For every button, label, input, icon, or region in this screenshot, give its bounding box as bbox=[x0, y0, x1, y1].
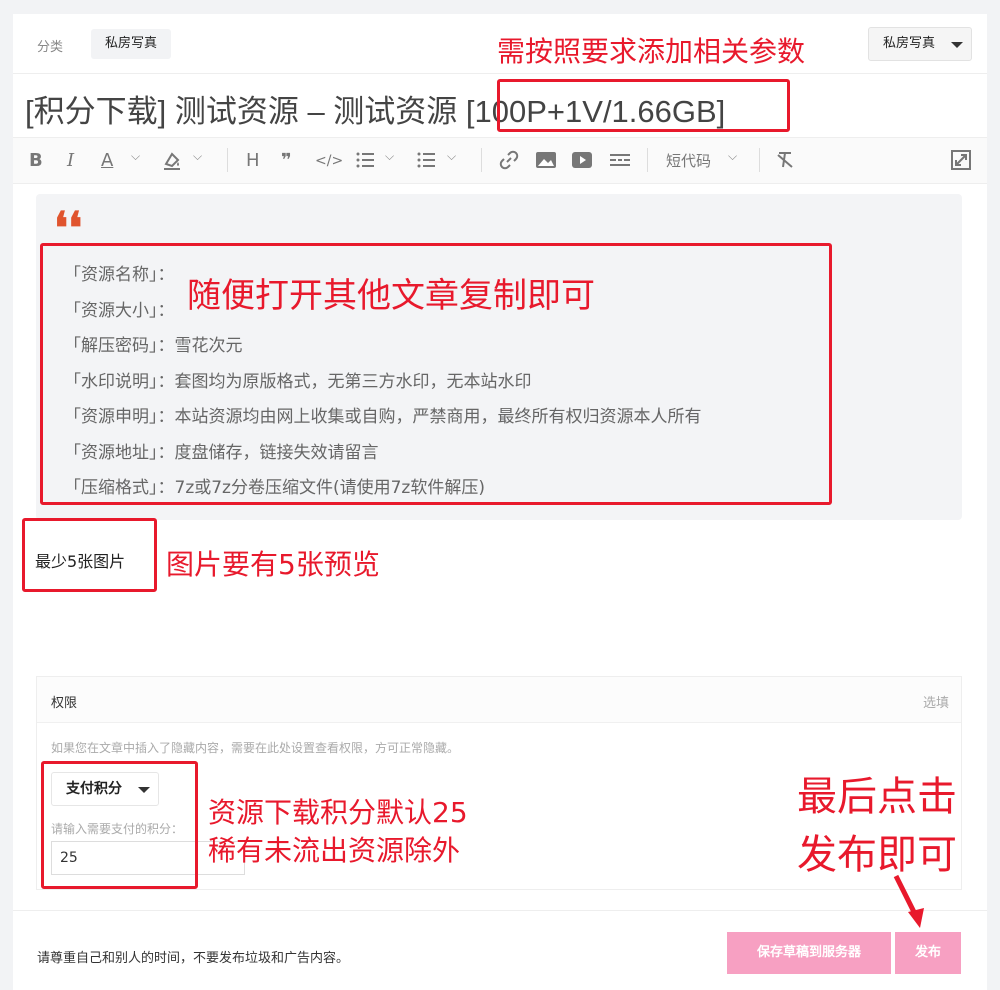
annotation-points-2: 稀有未流出资源除外 bbox=[208, 834, 461, 867]
toolbar-divider bbox=[481, 148, 482, 172]
annotation-points-1: 资源下载积分默认25 bbox=[208, 796, 468, 829]
shortcode-menu[interactable]: 短代码 bbox=[666, 150, 711, 172]
annotation-box-title bbox=[497, 79, 790, 132]
fullscreen-icon[interactable] bbox=[951, 150, 971, 176]
caret-down-icon bbox=[951, 42, 963, 48]
footer-note: 请尊重自己和别人的时间，不要发布垃圾和广告内容。 bbox=[37, 951, 350, 966]
category-select[interactable]: 私房写真 bbox=[867, 27, 972, 61]
permission-optional: 选填 bbox=[922, 696, 949, 711]
permission-title: 权限 bbox=[51, 696, 78, 711]
category-select-value: 私房写真 bbox=[882, 36, 935, 51]
toolbar-divider bbox=[227, 148, 228, 172]
divider-insert-icon[interactable] bbox=[609, 150, 631, 176]
annotation-images: 图片要有5张预览 bbox=[166, 548, 380, 581]
unordered-list-icon[interactable] bbox=[416, 150, 436, 176]
category-tag[interactable]: 私房写真 bbox=[91, 29, 172, 59]
annotation-final-2: 发布即可 bbox=[797, 832, 957, 878]
chevron-down-icon[interactable]: ⌵ bbox=[728, 149, 737, 164]
footer: 请尊重自己和别人的时间，不要发布垃圾和广告内容。 保存草稿到服务器 发布 bbox=[13, 910, 987, 990]
annotation-box-images bbox=[22, 518, 157, 592]
annotation-params: 需按照要求添加相关参数 bbox=[497, 35, 806, 68]
ordered-list-icon[interactable] bbox=[355, 150, 375, 176]
toolbar-divider bbox=[647, 148, 648, 172]
annotation-copy: 随便打开其他文章复制即可 bbox=[187, 276, 595, 316]
clear-format-icon[interactable] bbox=[775, 150, 795, 176]
editor-toolbar: B I A ⌵ ⌵ H ❞ </> ⌵ ⌵ 短代码 ⌵ bbox=[13, 138, 987, 184]
chevron-down-icon[interactable]: ⌵ bbox=[385, 149, 394, 164]
arrow-icon bbox=[893, 874, 924, 928]
heading-icon[interactable]: H bbox=[246, 150, 260, 172]
font-color-icon[interactable]: A bbox=[101, 150, 113, 172]
annotation-box-points bbox=[41, 761, 198, 889]
permission-description: 如果您在文章中插入了隐藏内容，需要在此处设置查看权限，方可正常隐藏。 bbox=[51, 741, 460, 755]
image-icon[interactable] bbox=[535, 150, 557, 176]
quote-icon[interactable]: ❞ bbox=[281, 150, 292, 172]
italic-icon[interactable]: I bbox=[67, 150, 74, 172]
highlight-icon[interactable] bbox=[161, 150, 183, 178]
category-label: 分类 bbox=[37, 40, 64, 55]
chevron-down-icon[interactable]: ⌵ bbox=[131, 149, 140, 164]
video-icon[interactable] bbox=[571, 150, 593, 176]
link-icon[interactable] bbox=[499, 150, 519, 176]
chevron-down-icon[interactable]: ⌵ bbox=[193, 149, 202, 164]
bold-icon[interactable]: B bbox=[29, 150, 43, 172]
chevron-down-icon[interactable]: ⌵ bbox=[447, 149, 456, 164]
publish-button[interactable]: 发布 bbox=[891, 932, 961, 974]
code-icon[interactable]: </> bbox=[315, 150, 343, 172]
annotation-final-1: 最后点击 bbox=[797, 774, 957, 820]
permission-header: 权限 选填 bbox=[37, 677, 961, 723]
toolbar-divider bbox=[759, 148, 760, 172]
save-draft-button[interactable]: 保存草稿到服务器 bbox=[727, 932, 891, 974]
